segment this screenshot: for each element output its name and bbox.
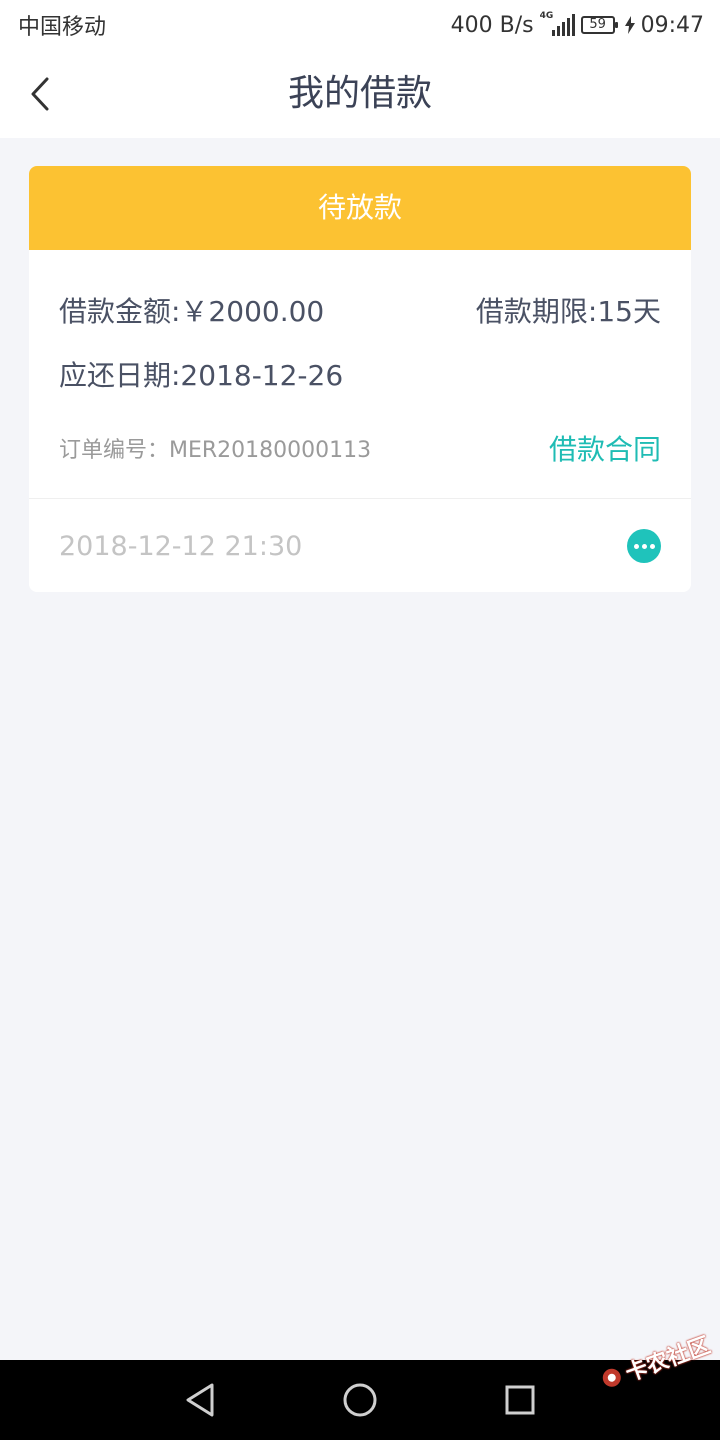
loan-card[interactable]: 待放款 借款金额:￥2000.00 借款期限:15天 应还日期:2018-12-… — [29, 166, 691, 592]
loan-status-header: 待放款 — [29, 166, 691, 250]
charging-icon — [624, 16, 635, 34]
circle-home-icon — [343, 1383, 377, 1417]
footer-row: 2018-12-12 21:30 — [59, 526, 661, 566]
more-options-button[interactable] — [627, 529, 661, 563]
created-timestamp: 2018-12-12 21:30 — [59, 530, 303, 562]
clock-label: 09:47 — [640, 12, 704, 38]
nav-bar: 我的借款 — [0, 50, 720, 138]
order-row: 订单编号：MER20180000113 借款合同 — [59, 428, 661, 468]
signal-icon: 4G — [539, 11, 575, 36]
battery-icon: 59 — [580, 16, 618, 34]
carrier-label: 中国移动 — [18, 15, 107, 40]
status-bar: 中国移动 400 B/s 4G 59 09:47 — [0, 0, 720, 50]
triangle-back-icon — [186, 1383, 214, 1417]
screen: 中国移动 400 B/s 4G 59 09:47 我的借款 待放款 借款金额:￥… — [0, 0, 720, 1440]
loan-amount: 借款金额:￥2000.00 — [59, 295, 325, 328]
battery-level-label: 59 — [589, 17, 606, 32]
back-button[interactable] — [20, 72, 60, 116]
page-title: 我的借款 — [287, 73, 432, 114]
square-recents-icon — [505, 1385, 535, 1415]
due-date-row: 应还日期:2018-12-26 — [59, 354, 661, 394]
loan-contract-link[interactable]: 借款合同 — [549, 428, 661, 468]
system-home-button[interactable] — [340, 1380, 380, 1420]
system-recents-button[interactable] — [500, 1380, 540, 1420]
card-divider — [29, 498, 691, 499]
status-indicators: 400 B/s 4G 59 09:47 — [450, 11, 704, 38]
network-type-label: 4G — [539, 11, 554, 21]
chevron-left-icon — [31, 77, 49, 111]
loan-term: 借款期限:15天 — [475, 295, 661, 328]
amount-term-row: 借款金额:￥2000.00 借款期限:15天 — [59, 290, 661, 330]
order-number: 订单编号：MER20180000113 — [59, 438, 372, 463]
system-back-button[interactable] — [180, 1380, 220, 1420]
net-speed-label: 400 B/s — [450, 12, 534, 38]
due-date: 应还日期:2018-12-26 — [59, 359, 344, 392]
